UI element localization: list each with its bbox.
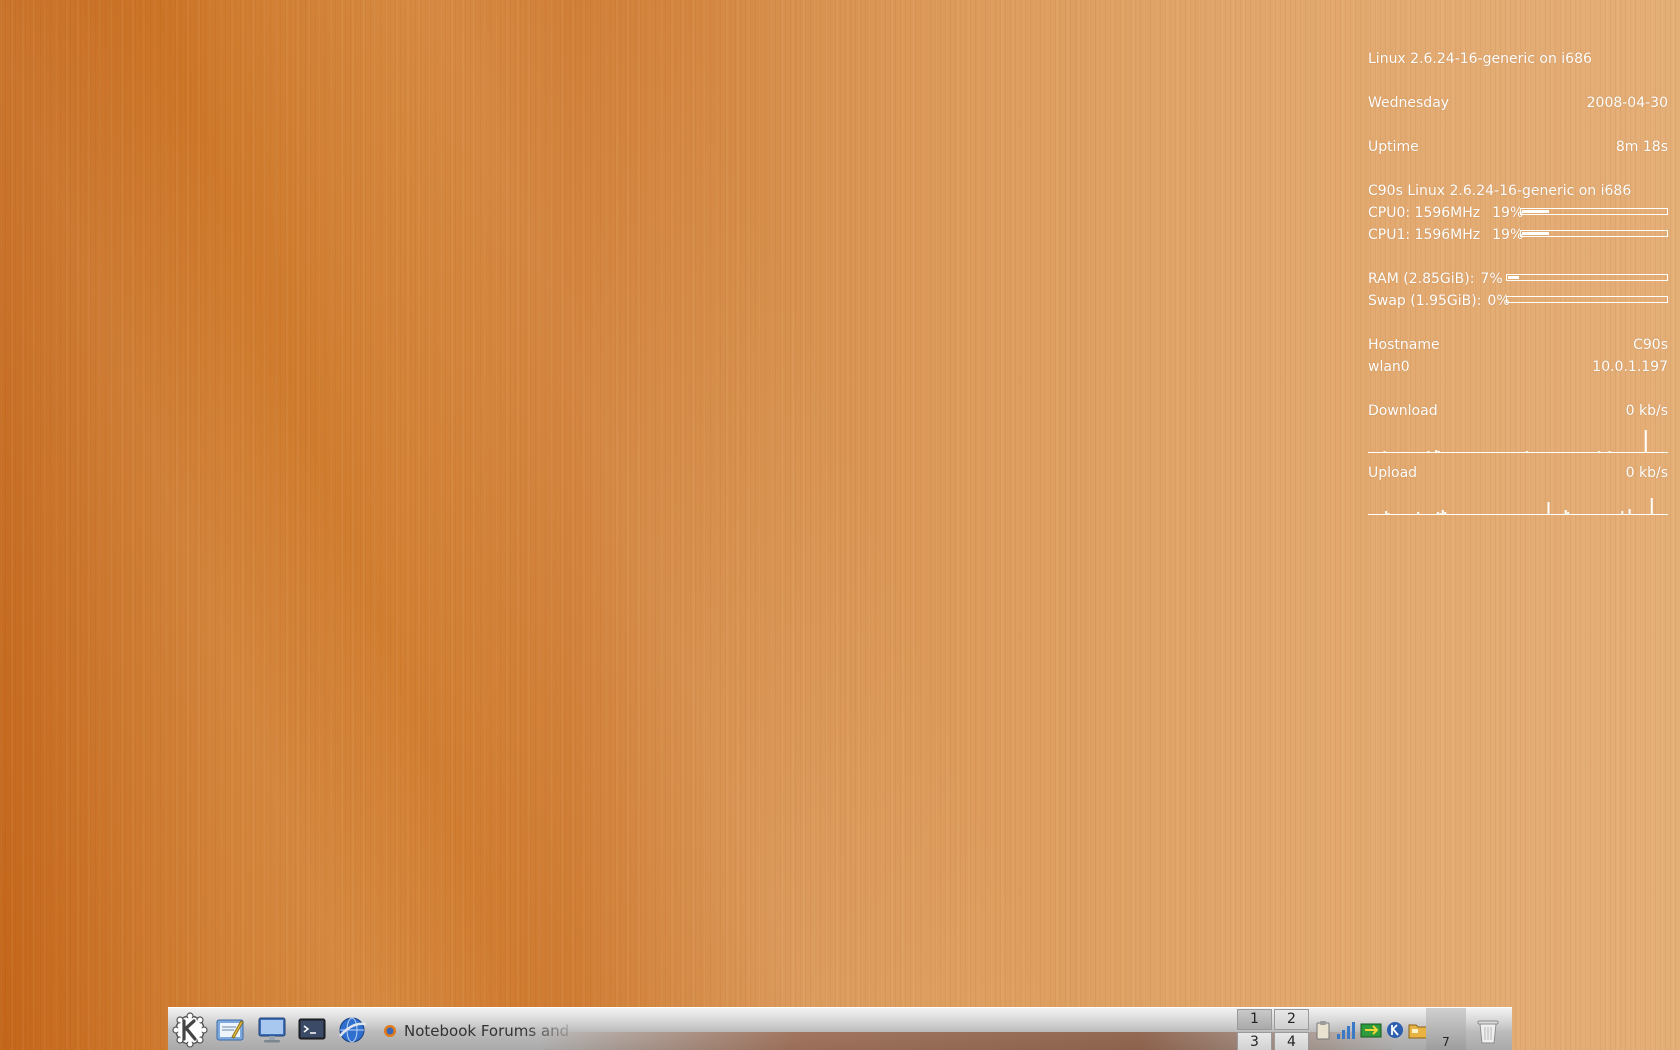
iface-value: 10.0.1.197: [1592, 359, 1668, 375]
cpu1-label: CPU1: 1596MHz: [1368, 227, 1481, 243]
ram-bar: [1506, 274, 1668, 281]
upload-graph-sample: [1441, 510, 1444, 514]
cpu1-bar: [1520, 230, 1668, 237]
upload-graph-sample: [1385, 511, 1388, 514]
upload-graph-sample: [1436, 512, 1439, 514]
ram-bar-fill: [1508, 276, 1519, 279]
kde-panel: Notebook Forums and 1 2 3 4 7: [168, 1007, 1512, 1050]
cpu1-percent: 19%: [1492, 227, 1524, 243]
system-text: Linux 2.6.24-16-generic on i686: [1368, 51, 1592, 67]
upload-graph-sample: [1564, 510, 1567, 514]
system-tray: [1312, 1018, 1430, 1042]
upload-graph-sample: [1417, 512, 1420, 514]
uptime-row: Uptime 8m 18s: [1368, 136, 1668, 158]
conky-monitor: Linux 2.6.24-16-generic on i686 Wednesda…: [1368, 48, 1668, 524]
download-graph-sample: [1383, 451, 1386, 452]
cpu1-bar-fill: [1522, 232, 1549, 235]
upload-graph-sample: [1387, 513, 1390, 514]
uptime-label: Uptime: [1368, 139, 1419, 155]
ram-label: RAM (2.85GiB):: [1368, 271, 1475, 287]
download-graph-sample: [1644, 430, 1647, 452]
cpu0-label: CPU0: 1596MHz: [1368, 205, 1481, 221]
upload-graph-sample: [1439, 513, 1442, 514]
download-graph-sample: [1608, 451, 1611, 452]
download-graph-sample: [1435, 450, 1438, 452]
date-row: Wednesday 2008-04-30: [1368, 92, 1668, 114]
upload-row: Upload 0 kb/s: [1368, 462, 1668, 484]
hostname-row: Hostname C90s: [1368, 334, 1668, 356]
download-graph-sample: [1427, 451, 1430, 452]
cpu1-row: CPU1: 1596MHz 19%: [1368, 224, 1668, 246]
date-value: 2008-04-30: [1586, 95, 1668, 111]
hostname-value: C90s: [1633, 337, 1668, 353]
download-graph-sample: [1437, 451, 1440, 452]
download-value: 0 kb/s: [1625, 403, 1668, 419]
cpu0-bar-fill: [1522, 210, 1549, 213]
download-graph-sample: [1525, 451, 1528, 452]
upload-graph-sample: [1621, 511, 1624, 514]
day-label: Wednesday: [1368, 95, 1450, 111]
keyboard-switch-icon[interactable]: [1360, 1019, 1382, 1041]
swap-bar: [1506, 296, 1668, 303]
kde-k-icon[interactable]: [172, 1012, 208, 1048]
cpu0-percent: 19%: [1492, 205, 1524, 221]
ram-row: RAM (2.85GiB): 7%: [1368, 268, 1668, 290]
task-label: Notebook Forums and: [404, 1022, 570, 1040]
swap-label: Swap (1.95GiB):: [1368, 293, 1482, 309]
clock[interactable]: 7: [1426, 1008, 1466, 1050]
desktop-pager[interactable]: 1 2 3 4: [1237, 1009, 1309, 1050]
kde-update-icon[interactable]: [1384, 1019, 1406, 1041]
network-signal-icon[interactable]: [1336, 1019, 1358, 1041]
upload-graph-svg: [1368, 498, 1668, 515]
upload-graph-sample: [1628, 509, 1631, 514]
upload-graph-sample: [1567, 512, 1570, 514]
hostname-label: Hostname: [1368, 337, 1440, 353]
host-line: C90s Linux 2.6.24-16-generic on i686: [1368, 180, 1668, 202]
clipboard-icon[interactable]: [1312, 1019, 1334, 1041]
download-graph: [1368, 424, 1668, 454]
download-graph-svg: [1368, 430, 1668, 453]
clock-digit: 7: [1442, 1035, 1450, 1049]
host-text: C90s Linux 2.6.24-16-generic on i686: [1368, 183, 1632, 199]
download-row: Download 0 kb/s: [1368, 400, 1668, 422]
pager-desktop-2[interactable]: 2: [1274, 1009, 1309, 1030]
cpu0-bar: [1520, 208, 1668, 215]
terminal-icon[interactable]: [294, 1012, 330, 1048]
monitor-icon[interactable]: [254, 1012, 290, 1048]
pager-desktop-1[interactable]: 1: [1237, 1009, 1272, 1030]
trash-icon[interactable]: [1470, 1016, 1506, 1046]
browser-globe-icon[interactable]: [334, 1012, 370, 1048]
pager-desktop-3[interactable]: 3: [1237, 1032, 1272, 1050]
upload-value: 0 kb/s: [1625, 465, 1668, 481]
taskbar-button-notebook-forums[interactable]: Notebook Forums and: [382, 1016, 582, 1046]
upload-graph: [1368, 486, 1668, 516]
cpu0-row: CPU0: 1596MHz 19%: [1368, 202, 1668, 224]
uptime-value: 8m 18s: [1615, 139, 1668, 155]
ram-percent: 7%: [1480, 271, 1503, 287]
upload-label: Upload: [1368, 465, 1418, 481]
text-editor-icon[interactable]: [212, 1012, 248, 1048]
upload-graph-sample: [1547, 502, 1550, 514]
system-line: Linux 2.6.24-16-generic on i686: [1368, 48, 1668, 70]
download-label: Download: [1368, 403, 1438, 419]
iface-row: wlan0 10.0.1.197: [1368, 356, 1668, 378]
upload-graph-sample: [1444, 512, 1447, 514]
upload-graph-sample: [1650, 498, 1653, 514]
download-graph-sample: [1598, 451, 1601, 452]
pager-desktop-4[interactable]: 4: [1274, 1032, 1309, 1050]
iface-label: wlan0: [1368, 359, 1410, 375]
firefox-icon: [384, 1025, 396, 1037]
swap-row: Swap (1.95GiB): 0%: [1368, 290, 1668, 312]
